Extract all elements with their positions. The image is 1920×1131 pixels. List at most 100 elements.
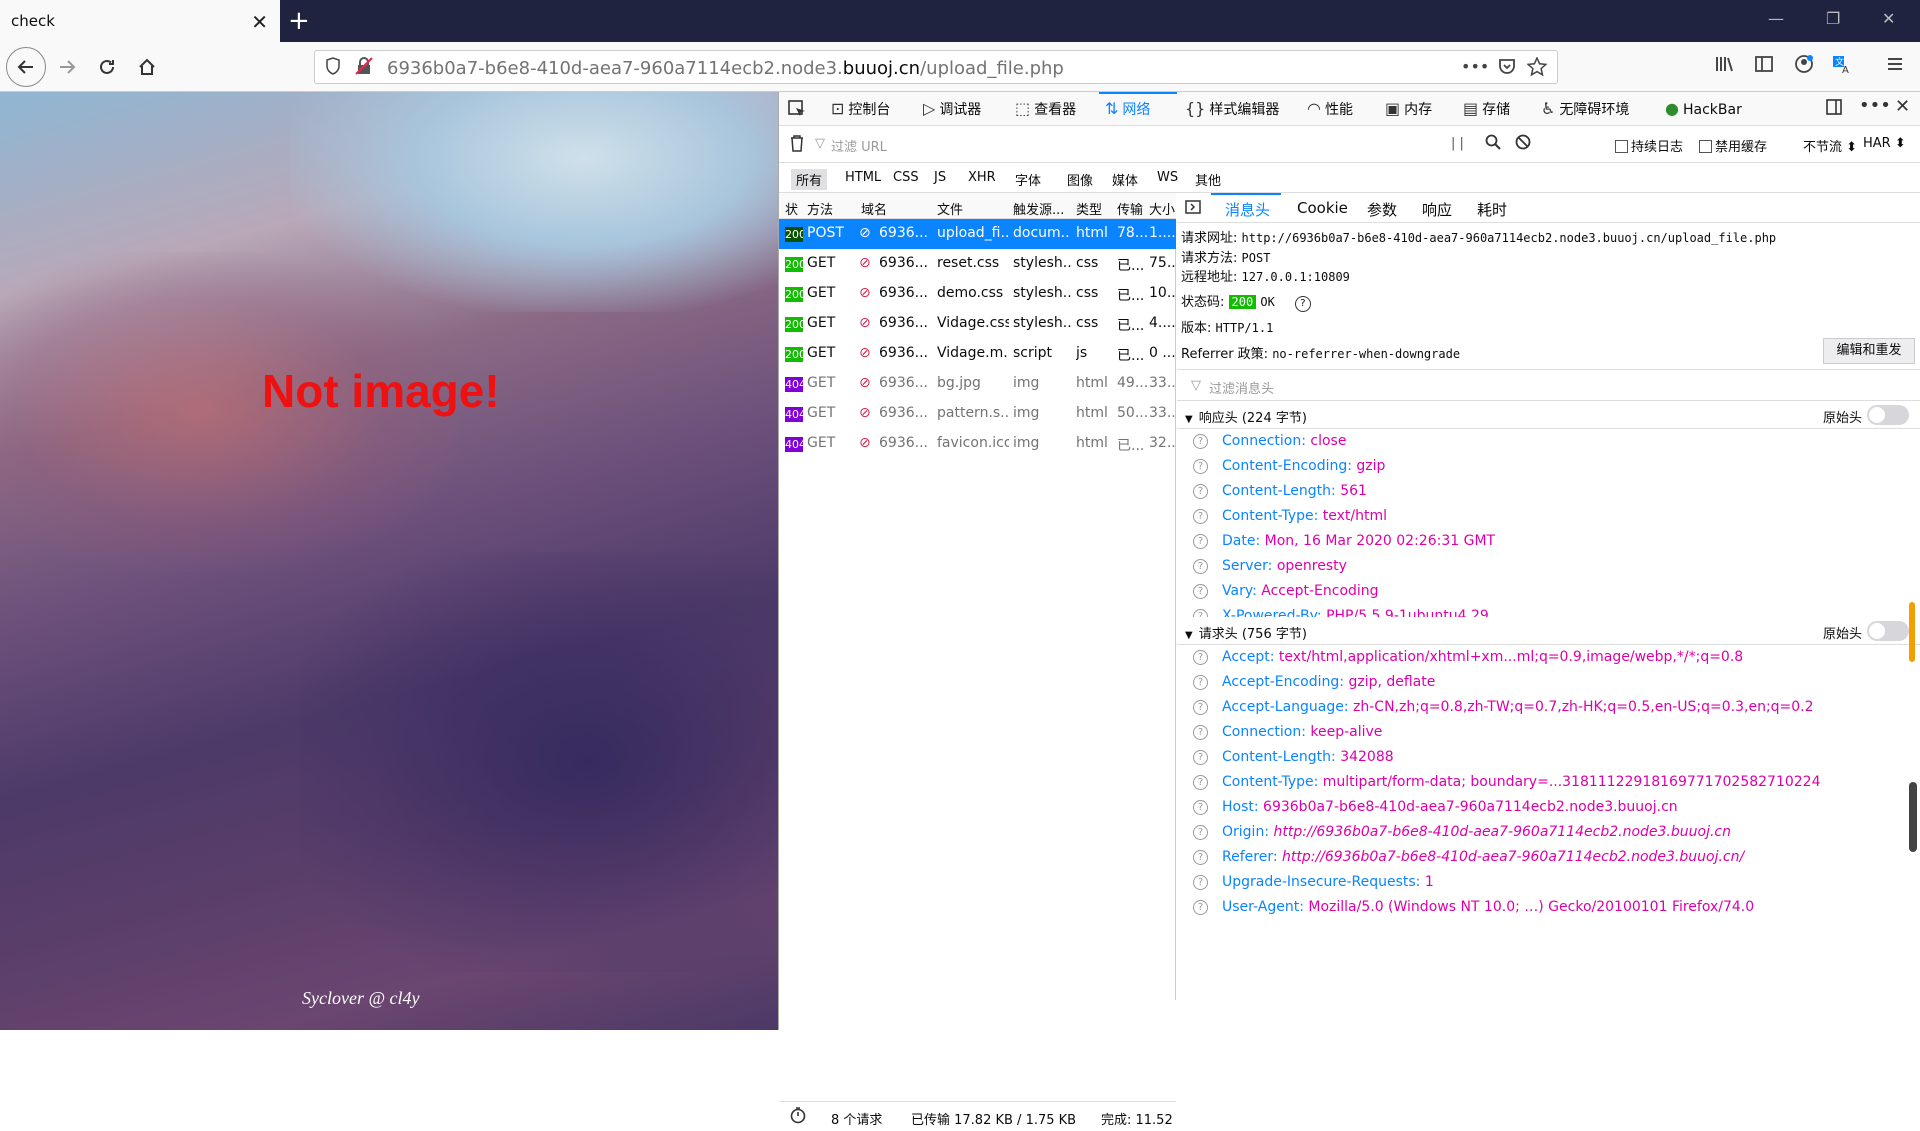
url-bar[interactable]: 6936b0a7-b6e8-410d-aea7-960a7114ecb2.nod… bbox=[314, 50, 1558, 84]
col-type[interactable]: 类型 bbox=[1076, 199, 1102, 218]
tool-console[interactable]: ⊡ 控制台 bbox=[831, 99, 890, 119]
col-transferred[interactable]: 传输 bbox=[1117, 199, 1143, 218]
filter-url-input[interactable]: 过滤 URL bbox=[831, 136, 887, 155]
header-row[interactable]: ? Content-Length: 342088 bbox=[1177, 747, 1920, 772]
menu-icon[interactable] bbox=[1886, 54, 1904, 78]
help-icon[interactable]: ? bbox=[1193, 559, 1208, 574]
help-icon[interactable]: ? bbox=[1193, 484, 1208, 499]
header-row[interactable]: ? Date: Mon, 16 Mar 2020 02:26:31 GMT bbox=[1177, 531, 1920, 556]
more-options-icon[interactable]: ••• bbox=[1859, 95, 1891, 116]
type-media[interactable]: 媒体 bbox=[1112, 170, 1138, 189]
disable-cache-checkbox[interactable]: 禁用缓存 bbox=[1699, 136, 1767, 155]
header-row[interactable]: ? Host: 6936b0a7-b6e8-410d-aea7-960a7114e… bbox=[1177, 797, 1920, 822]
tab-headers[interactable]: 消息头 bbox=[1225, 199, 1270, 220]
header-row[interactable]: ? Content-Length: 561 bbox=[1177, 481, 1920, 506]
help-icon[interactable]: ? bbox=[1193, 850, 1208, 865]
header-row[interactable]: ? Content-Type: multipart/form-data; boun… bbox=[1177, 772, 1920, 797]
col-domain[interactable]: 域名 bbox=[861, 199, 887, 218]
har-menu[interactable]: HAR ⬍ bbox=[1863, 136, 1906, 151]
help-icon[interactable]: ? bbox=[1193, 650, 1208, 665]
header-row[interactable]: ? User-Agent: Mozilla/5.0 (Windows NT 10.… bbox=[1177, 897, 1920, 922]
tab-timings[interactable]: 耗时 bbox=[1477, 199, 1507, 220]
tab-response[interactable]: 响应 bbox=[1422, 199, 1452, 220]
shield-icon[interactable] bbox=[325, 57, 341, 80]
tool-accessibility[interactable]: ♿ 无障碍环境 bbox=[1541, 99, 1629, 119]
pocket-icon[interactable] bbox=[1498, 57, 1516, 80]
header-row[interactable]: ? Connection: keep-alive bbox=[1177, 722, 1920, 747]
tool-inspector[interactable]: ⬚ 查看器 bbox=[1015, 99, 1076, 119]
help-icon[interactable]: ? bbox=[1193, 750, 1208, 765]
tool-memory[interactable]: ▣ 内存 bbox=[1385, 99, 1432, 119]
throttle-select[interactable]: 不节流 ⬍ bbox=[1803, 136, 1857, 155]
reload-button[interactable] bbox=[90, 50, 124, 84]
url-text[interactable]: 6936b0a7-b6e8-410d-aea7-960a7114ecb2.nod… bbox=[387, 58, 1064, 79]
header-row[interactable]: ? Origin: http://6936b0a7-b6e8-410d-aea7-… bbox=[1177, 822, 1920, 847]
filter-headers-input[interactable]: 过滤消息头 bbox=[1209, 378, 1274, 397]
col-status[interactable]: 状 bbox=[785, 199, 798, 218]
raw-headers-toggle[interactable] bbox=[1867, 621, 1909, 641]
tool-style-editor[interactable]: {} 样式编辑器 bbox=[1185, 99, 1279, 119]
help-icon[interactable]: ? bbox=[1193, 775, 1208, 790]
tool-storage[interactable]: ▤ 存储 bbox=[1463, 99, 1510, 119]
stopwatch-icon[interactable] bbox=[789, 1106, 807, 1129]
header-row[interactable]: ? Connection: close bbox=[1177, 431, 1920, 456]
back-button[interactable] bbox=[6, 47, 46, 87]
help-icon[interactable]: ? bbox=[1193, 800, 1208, 815]
bookmark-star-icon[interactable] bbox=[1526, 56, 1548, 82]
page-actions-icon[interactable]: ••• bbox=[1461, 57, 1489, 76]
request-row[interactable]: 404 ⊘ GET 6936... pattern.s... img html 50... 33… bbox=[779, 399, 1176, 429]
block-icon[interactable] bbox=[1515, 134, 1531, 155]
header-row[interactable]: ? Upgrade-Insecure-Requests: 1 bbox=[1177, 872, 1920, 897]
tool-performance[interactable]: ◠ 性能 bbox=[1307, 99, 1353, 119]
browser-tab[interactable]: check ✕ bbox=[0, 0, 280, 42]
request-headers-section[interactable]: ▼ 请求头 (756 字节) 原始头 bbox=[1177, 617, 1920, 645]
request-row[interactable]: 200 ⊘ POST 6936... upload_fi... docum... html 7… bbox=[779, 219, 1176, 249]
header-row[interactable]: ? Server: openresty bbox=[1177, 556, 1920, 581]
help-icon[interactable]: ? bbox=[1193, 434, 1208, 449]
header-row[interactable]: ? Content-Encoding: gzip bbox=[1177, 456, 1920, 481]
restore-button[interactable]: ❐ bbox=[1826, 9, 1840, 28]
minimize-button[interactable]: — bbox=[1768, 9, 1784, 28]
tool-debugger[interactable]: ▷ 调试器 bbox=[923, 99, 981, 119]
persist-logs-checkbox[interactable]: 持续日志 bbox=[1615, 136, 1683, 155]
col-method[interactable]: 方法 bbox=[807, 199, 833, 218]
search-icon[interactable] bbox=[1485, 134, 1501, 155]
request-row[interactable]: 200 ⊘ GET 6936... demo.css stylesh... css 已... 1… bbox=[779, 279, 1176, 309]
translate-icon[interactable]: 文A bbox=[1832, 54, 1852, 79]
insecure-lock-icon[interactable] bbox=[355, 57, 373, 80]
col-file[interactable]: 文件 bbox=[937, 199, 963, 218]
request-row[interactable]: 200 ⊘ GET 6936... Vidage.m... script js 已... 0 .… bbox=[779, 339, 1176, 369]
help-icon[interactable]: ? bbox=[1193, 825, 1208, 840]
help-icon[interactable]: ? bbox=[1193, 534, 1208, 549]
header-row[interactable]: ? Accept: text/html,application/xhtml+xm.… bbox=[1177, 647, 1920, 672]
scrollbar-marker[interactable] bbox=[1909, 602, 1915, 662]
header-row[interactable]: ? Referer: http://6936b0a7-b6e8-410d-aea7… bbox=[1177, 847, 1920, 872]
help-icon[interactable]: ? bbox=[1193, 875, 1208, 890]
type-other[interactable]: 其他 bbox=[1195, 170, 1221, 189]
scrollbar-thumb[interactable] bbox=[1909, 782, 1917, 852]
request-row[interactable]: 404 ⊘ GET 6936... favicon.icoimg html 已...32..… bbox=[779, 429, 1176, 459]
type-css[interactable]: CSS bbox=[893, 170, 919, 185]
type-xhr[interactable]: XHR bbox=[968, 170, 996, 185]
header-row[interactable]: ? Accept-Encoding: gzip, deflate bbox=[1177, 672, 1920, 697]
new-tab-button[interactable]: + bbox=[288, 6, 310, 36]
header-row[interactable]: ? Vary: Accept-Encoding bbox=[1177, 581, 1920, 606]
request-row[interactable]: 200 ⊘ GET 6936... Vidage.css stylesh... css 已..… bbox=[779, 309, 1176, 339]
help-icon[interactable]: ? bbox=[1193, 459, 1208, 474]
help-icon[interactable]: ? bbox=[1193, 584, 1208, 599]
col-size[interactable]: 大小 bbox=[1149, 199, 1175, 218]
request-row[interactable]: 200 ⊘ GET 6936... reset.css stylesh... css 已...… bbox=[779, 249, 1176, 279]
dock-icon[interactable] bbox=[1825, 98, 1843, 121]
type-fonts[interactable]: 字体 bbox=[1015, 170, 1041, 189]
home-button[interactable] bbox=[130, 50, 164, 84]
edit-resend-button[interactable]: 编辑和重发 bbox=[1823, 338, 1915, 364]
element-picker-icon[interactable] bbox=[787, 99, 807, 124]
pause-button[interactable]: | | bbox=[1451, 136, 1464, 151]
help-icon[interactable]: ? bbox=[1193, 700, 1208, 715]
type-images[interactable]: 图像 bbox=[1067, 170, 1093, 189]
help-icon[interactable]: ? bbox=[1193, 675, 1208, 690]
request-row[interactable]: 404 ⊘ GET 6936... bg.jpg img html 49...33... bbox=[779, 369, 1176, 399]
header-row[interactable]: ? Accept-Language: zh-CN,zh;q=0.8,zh-TW;q… bbox=[1177, 697, 1920, 722]
help-icon[interactable]: ? bbox=[1193, 725, 1208, 740]
help-icon[interactable]: ? bbox=[1193, 509, 1208, 524]
